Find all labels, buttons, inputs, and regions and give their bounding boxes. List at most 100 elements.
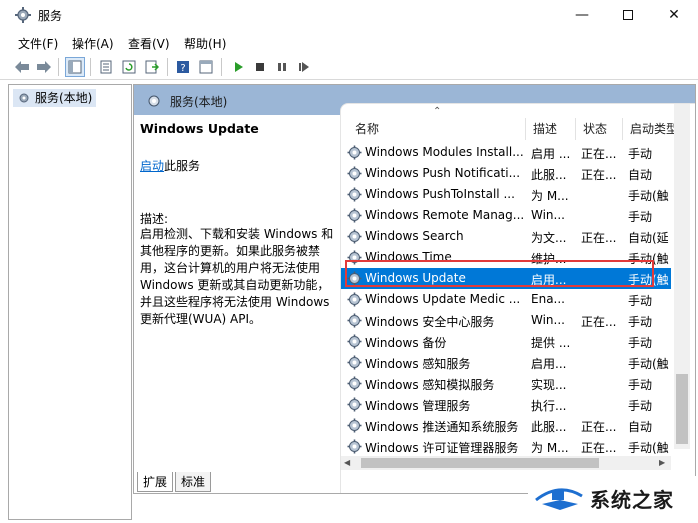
service-name: Windows PushToInstall ... — [365, 187, 515, 201]
properties-button[interactable] — [96, 57, 116, 77]
service-description: 实现... — [531, 378, 567, 392]
forward-button[interactable] — [34, 57, 54, 77]
service-startup-type: 手动 — [628, 147, 653, 161]
service-row[interactable]: Windows 许可证管理器服务为 M... 正在... 手动(触 — [341, 436, 671, 457]
service-description: Ena... — [531, 292, 565, 306]
vertical-scrollbar[interactable] — [674, 104, 690, 449]
service-row[interactable]: Windows Remote Manag... Win... 手动 — [341, 205, 671, 226]
minimize-button[interactable]: — — [559, 0, 605, 30]
service-row[interactable]: Windows 推送通知系统服务 此服... 正在... 自动 — [341, 415, 671, 436]
service-description: 启用... — [531, 357, 567, 371]
service-status: 正在... — [581, 420, 617, 434]
tab-standard[interactable]: 标准 — [175, 472, 212, 492]
service-gear-icon — [347, 355, 362, 370]
service-name: Windows 推送通知系统服务 — [365, 420, 519, 434]
service-description: 执行... — [531, 399, 567, 413]
service-name: Windows 管理服务 — [365, 399, 471, 413]
scroll-left-icon[interactable]: ◀ — [344, 458, 350, 467]
properties-icon — [100, 60, 112, 74]
forward-arrow-icon — [37, 61, 51, 73]
services-gear-icon — [15, 7, 31, 23]
refresh-button[interactable] — [119, 57, 139, 77]
column-header-description[interactable]: 描述 — [533, 120, 557, 138]
svg-text:?: ? — [180, 63, 185, 74]
toolbar-separator — [58, 58, 59, 76]
service-row[interactable]: Windows 感知模拟服务 实现... 手动 — [341, 373, 671, 394]
column-divider[interactable] — [525, 118, 526, 140]
export-list-button[interactable] — [142, 57, 162, 77]
list-header: ⌃ 名称 描述 状态 启动类型 — [341, 104, 695, 142]
menu-help[interactable]: 帮助(H) — [184, 35, 226, 52]
scroll-right-icon[interactable]: ▶ — [659, 458, 665, 467]
help-button[interactable]: ? — [173, 57, 193, 77]
stop-icon — [256, 63, 264, 71]
service-row[interactable]: Windows Search 为文... 正在... 自动(延 — [341, 226, 671, 247]
service-gear-icon — [347, 418, 362, 433]
selected-service-title: Windows Update — [140, 121, 259, 136]
service-status: 正在... — [581, 315, 617, 329]
service-description: 为文... — [531, 231, 567, 245]
service-startup-type: 手动(触 — [628, 441, 669, 455]
back-button[interactable] — [12, 57, 32, 77]
service-description: 启用 ... — [531, 147, 571, 161]
menu-view[interactable]: 查看(V) — [128, 35, 170, 52]
restart-icon — [299, 62, 309, 72]
service-gear-icon — [347, 145, 362, 160]
column-header-name[interactable]: 名称 — [355, 120, 379, 138]
back-arrow-icon — [15, 61, 29, 73]
restart-service-button[interactable] — [294, 57, 314, 77]
column-divider[interactable] — [575, 118, 576, 140]
menu-action[interactable]: 操作(A) — [72, 35, 114, 52]
pause-service-button[interactable] — [272, 57, 292, 77]
service-row[interactable]: Windows 感知服务 启用... 手动(触 — [341, 352, 671, 373]
action-pane-button[interactable] — [196, 57, 216, 77]
tab-extended[interactable]: 扩展 — [137, 472, 174, 492]
service-description-pane: Windows Update 启动此服务 描述: 启用检测、下载和安装 Wind… — [140, 119, 336, 489]
refresh-icon — [122, 60, 136, 74]
service-row[interactable]: Windows 安全中心服务 Win... 正在... 手动 — [341, 310, 671, 331]
console-tree-button[interactable] — [65, 57, 85, 77]
close-button[interactable]: ✕ — [651, 0, 697, 30]
service-name: Windows 许可证管理器服务 — [365, 441, 519, 455]
tree-item-services-local[interactable]: 服务(本地) — [13, 89, 97, 107]
help-icon: ? — [177, 61, 189, 74]
play-icon — [235, 62, 243, 72]
service-name: Windows Update Medic ... — [365, 292, 521, 306]
toolbar-separator — [90, 58, 91, 76]
service-row[interactable]: Windows PushToInstall ... 为 M... 手动(触 — [341, 184, 671, 205]
service-startup-type: 手动 — [628, 378, 653, 392]
service-gear-icon — [347, 166, 362, 181]
vertical-scroll-thumb[interactable] — [676, 374, 688, 444]
horizontal-scroll-thumb[interactable] — [361, 458, 599, 468]
service-row[interactable]: Windows Push Notificati... 此服... 正在... 自动 — [341, 163, 671, 184]
service-name: Windows 感知服务 — [365, 357, 471, 371]
view-tabs: 扩展 标准 — [133, 472, 413, 492]
action-pane-icon — [199, 60, 213, 74]
console-tree: 服务(本地) — [8, 84, 132, 520]
start-service-button[interactable] — [228, 57, 248, 77]
horizontal-scrollbar[interactable]: ◀ ▶ — [341, 456, 671, 470]
column-divider[interactable] — [622, 118, 623, 140]
service-startup-type: 自动 — [628, 420, 653, 434]
service-row[interactable]: Windows Update Medic ... Ena... 手动 — [341, 289, 671, 310]
column-header-startup-type[interactable]: 启动类型 — [630, 120, 674, 138]
service-status: 正在... — [581, 231, 617, 245]
service-row[interactable]: Windows Modules Install... 启用 ... 正在... 手动 — [341, 142, 671, 163]
start-service-suffix: 此服务 — [164, 159, 201, 173]
tree-item-label: 服务(本地) — [35, 91, 93, 105]
title-bar: 服务 — ✕ — [0, 0, 698, 30]
toolbar: ? — [0, 54, 698, 80]
service-row[interactable]: Windows 管理服务 执行... 手动 — [341, 394, 671, 415]
stop-service-button[interactable] — [250, 57, 270, 77]
service-gear-icon — [347, 334, 362, 349]
column-header-status[interactable]: 状态 — [583, 120, 607, 138]
services-panel: 服务(本地) Windows Update 启动此服务 描述: 启用检测、下载和… — [133, 84, 696, 494]
service-name: Windows Remote Manag... — [365, 208, 523, 222]
service-gear-icon — [347, 376, 362, 391]
service-row[interactable]: Windows 备份 提供 ... 手动 — [341, 331, 671, 352]
start-service-link[interactable]: 启动 — [140, 159, 164, 173]
menu-file[interactable]: 文件(F) — [18, 35, 58, 52]
maximize-button[interactable] — [605, 0, 651, 30]
service-status: 正在... — [581, 168, 617, 182]
toolbar-separator — [167, 58, 168, 76]
